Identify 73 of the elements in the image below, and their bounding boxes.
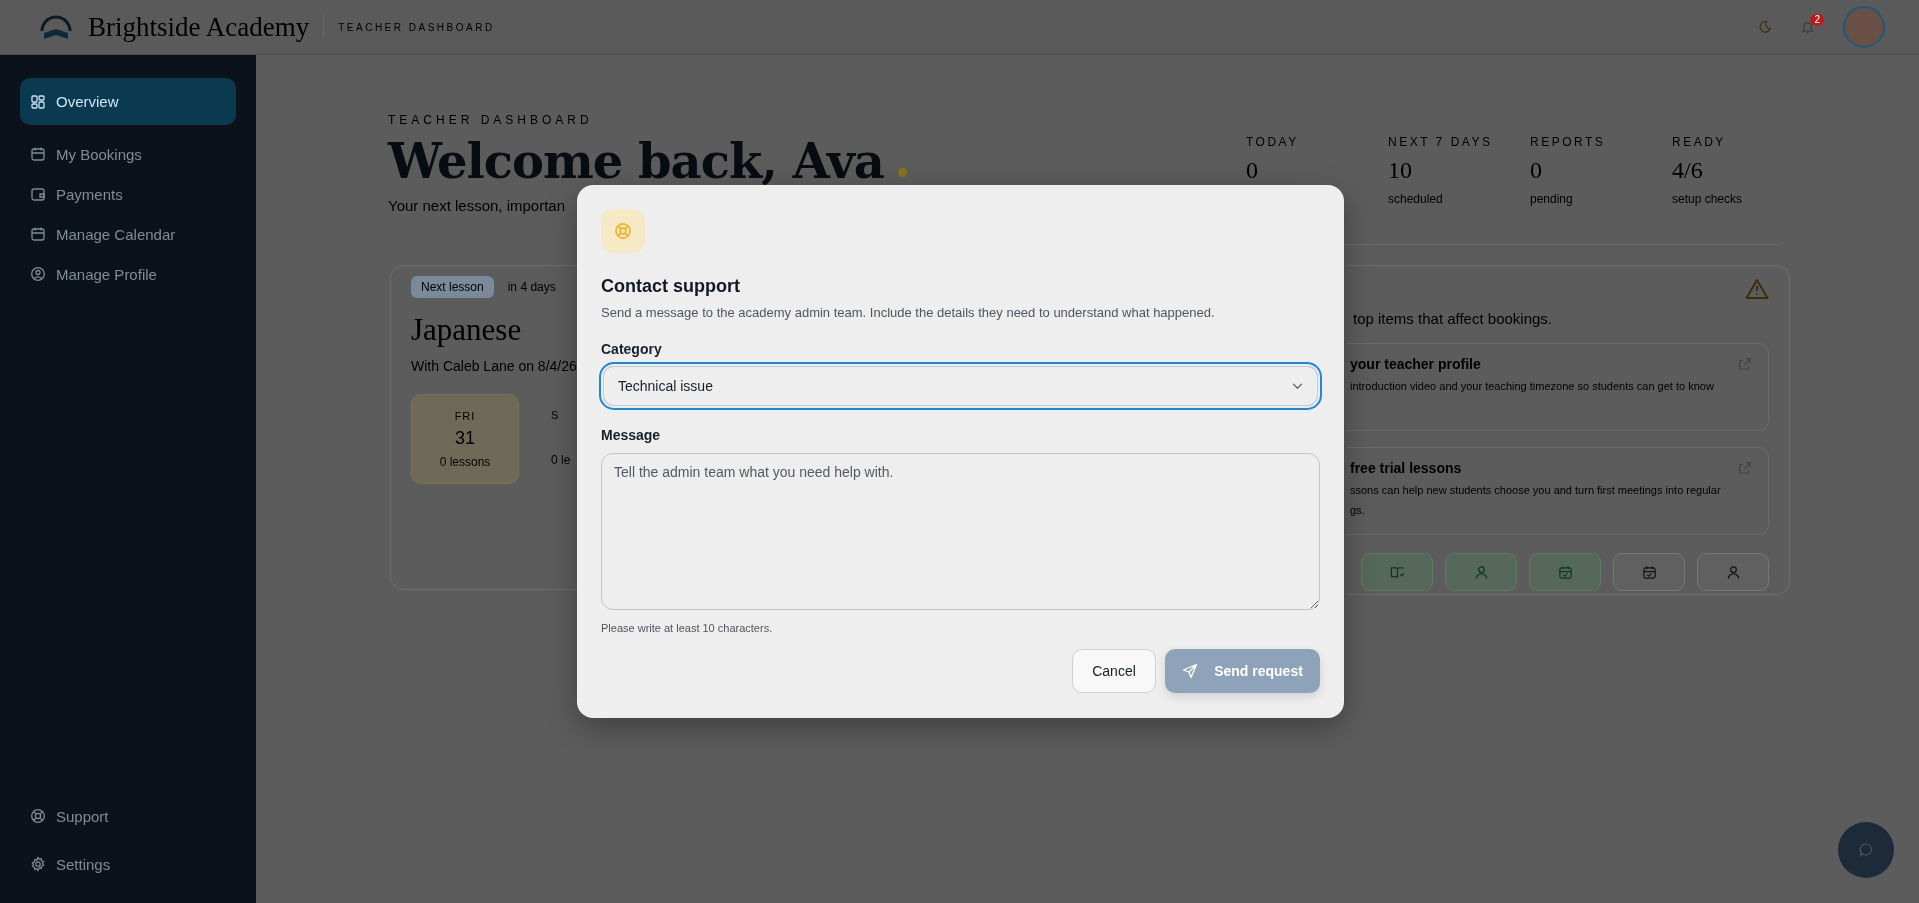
external-link-icon[interactable] [1738,357,1752,371]
grid-icon [30,93,46,110]
stat-value: 10 [1388,157,1413,184]
user-circle-icon [30,266,46,282]
stat-label: NEXT 7 DAYS [1388,135,1494,149]
sidebar-item[interactable]: Payments [20,175,236,213]
calendar-icon [30,226,46,242]
user-icon [1473,564,1489,580]
chevron-down-icon [1292,382,1303,390]
send-icon [1182,663,1199,679]
day-card[interactable]: FRI 31 0 lessons [411,394,519,484]
shortcut-button[interactable] [1697,553,1769,591]
shortcut-button[interactable] [1529,553,1601,591]
stat-label: REPORTS [1530,135,1607,149]
stat-caption: scheduled [1388,192,1444,206]
field-label: Category [601,341,663,357]
book-icon [1389,564,1405,580]
stat-value: 0 [1246,157,1259,184]
message-field[interactable]: Tell the admin team what you need help with. [601,453,1320,610]
setup-intro: top items that affect bookings. [1352,310,1553,327]
stat-value: 4/6 [1672,157,1704,184]
setup-item[interactable]: your teacher profile introduction video and your teaching timezone so students can get to know [1346,343,1769,431]
lifebuoy-icon [601,209,645,253]
chat-bubble-icon [1858,842,1874,858]
setup-item-text: ssons can help new students choose you and turn first meetings into regular [1350,484,1722,496]
setup-item-text: introduction video and your teaching timezone so students can get to know [1350,380,1715,392]
moon-icon[interactable] [1758,20,1772,34]
lesson-time-label: in 4 days [507,280,556,294]
setup-item[interactable]: free trial lessons ssons can help new students choose you and turn first meetings into regular gs. [1346,447,1769,535]
next-lesson-badge: Next lesson [411,276,494,298]
setup-item-title: your teacher profile [1350,356,1481,372]
settings-icon [30,856,46,872]
field-hint: Please write at least 10 characters. [601,622,774,634]
lesson-detail: With Caleb Lane on 8/4/26 [411,358,577,374]
wallet-icon [30,186,46,202]
stat-value: 0 [1530,157,1543,184]
cancel-button[interactable]: Cancel [1072,649,1156,693]
lesson-subject: Japanese [411,312,523,348]
shortcut-button[interactable] [1613,553,1685,591]
stat-caption: setup checks [1672,192,1744,206]
user-avatar[interactable] [1843,6,1885,48]
sidebar-item[interactable]: Settings [20,845,236,883]
setup-item-text: gs. [1350,504,1366,516]
dialog-description: Send a message to the academy admin team. Include the details they need to understand what happened. [601,305,1216,320]
shortcut-button[interactable] [1361,553,1433,591]
section-label: TEACHER DASHBOARD [338,21,495,33]
sidebar-item[interactable]: Support [20,797,236,835]
sidebar-item[interactable]: My Bookings [20,135,236,173]
sidebar-item[interactable]: Manage Calendar [20,215,236,253]
page-eyebrow: TEACHER DASHBOARD [388,113,594,127]
warning-icon [1745,278,1769,300]
stat-label: TODAY [1246,135,1300,149]
dot-icon [897,168,907,177]
shortcut-button[interactable] [1445,553,1517,591]
calendar-check-icon [1557,564,1573,580]
lifebuoy-icon [30,808,46,824]
sidebar-item[interactable]: Overview [20,78,236,125]
stat-label: READY [1672,135,1727,149]
page-subtitle: Your next lesson, importan [388,197,567,214]
brand-name: Brightside Academy [88,11,310,43]
page-title: Welcome back, Ava [388,133,884,189]
dialog-title: Contact support [601,276,741,297]
chat-button[interactable] [1838,822,1894,878]
calendar-check-icon [1641,564,1657,580]
setup-item-title: free trial lessons [1350,460,1462,476]
bell-icon[interactable] [1800,19,1815,35]
field-label: Message [601,427,662,443]
notification-badge: 2 [1810,13,1824,26]
stat-caption: pending [1530,192,1574,206]
sidebar-item[interactable]: Manage Profile [20,255,236,293]
calendar-icon [30,146,46,162]
user-icon [1725,564,1741,580]
external-link-icon[interactable] [1738,461,1752,475]
